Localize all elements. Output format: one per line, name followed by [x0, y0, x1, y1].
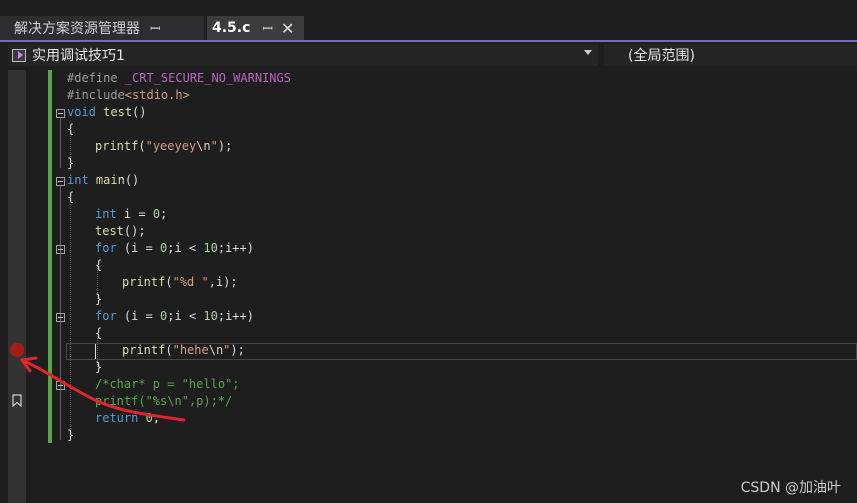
code-line[interactable]: #define _CRT_SECURE_NO_WARNINGS: [67, 70, 291, 87]
code-line[interactable]: {: [95, 257, 102, 274]
project-dropdown[interactable]: 实用调试技巧1: [8, 44, 598, 66]
collapse-icon[interactable]: [56, 109, 65, 118]
collapse-icon[interactable]: [56, 245, 65, 254]
tab-solution-explorer[interactable]: 解决方案资源管理器 ꟷ: [0, 16, 204, 40]
close-icon[interactable]: ✕: [281, 19, 294, 38]
code-line[interactable]: int main(): [67, 172, 139, 189]
pin-icon[interactable]: ꟷ: [262, 19, 273, 37]
code-line[interactable]: for (i = 0;i < 10;i++): [95, 240, 254, 257]
pin-icon[interactable]: ꟷ: [150, 19, 161, 37]
code-line[interactable]: int i = 0;: [95, 206, 167, 223]
tab-label: 4.5.c: [212, 20, 251, 36]
scope-dropdown[interactable]: (全局范围): [604, 44, 857, 66]
code-line[interactable]: #include<stdio.h>: [67, 87, 190, 104]
watermark: CSDN @加油叶: [740, 480, 841, 496]
navigation-bar: 实用调试技巧1 (全局范围): [0, 42, 857, 68]
tab-bar: 解决方案资源管理器 ꟷ 4.5.c ꟷ ✕: [0, 0, 857, 42]
tab-4-5-c[interactable]: 4.5.c ꟷ ✕: [207, 16, 304, 40]
scope-name: (全局范围): [628, 48, 695, 64]
code-line[interactable]: printf("yeeyey\n");: [95, 138, 232, 155]
code-line[interactable]: {: [67, 189, 74, 206]
fold-guide: [60, 117, 61, 168]
code-line[interactable]: void test(): [67, 104, 147, 121]
annotation-arrow: [20, 356, 186, 422]
collapse-icon[interactable]: [56, 177, 65, 186]
code-line[interactable]: {: [67, 121, 74, 138]
code-line[interactable]: printf("%d ",i);: [122, 274, 238, 291]
code-line[interactable]: test();: [95, 223, 146, 240]
project-name: 实用调试技巧1: [32, 48, 125, 64]
code-editor[interactable]: #define _CRT_SECURE_NO_WARNINGS #include…: [0, 70, 857, 503]
code-line[interactable]: for (i = 0;i < 10;i++): [95, 308, 254, 325]
chevron-down-icon[interactable]: [584, 50, 592, 55]
project-icon: [12, 48, 26, 62]
tab-label: 解决方案资源管理器: [14, 21, 140, 37]
code-line[interactable]: }: [95, 291, 102, 308]
collapse-icon[interactable]: [56, 313, 65, 322]
code-line[interactable]: }: [67, 155, 74, 172]
